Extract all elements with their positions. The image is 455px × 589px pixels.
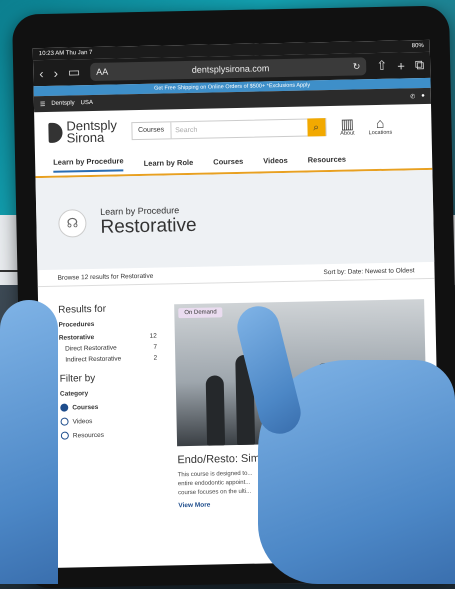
search-category-select[interactable]: Courses bbox=[131, 122, 172, 140]
nav-learn-by-role[interactable]: Learn by Role bbox=[144, 157, 194, 167]
procedures-heading: Procedures bbox=[58, 320, 95, 329]
tooth-icon: ☊ bbox=[58, 209, 87, 238]
filter-option-resources[interactable]: Resources bbox=[60, 430, 159, 440]
back-icon[interactable]: ‹ bbox=[39, 65, 44, 80]
sidebar-item-count: 7 bbox=[153, 343, 158, 351]
sidebar-item-label: Indirect Restorative bbox=[65, 355, 122, 364]
book-icon[interactable]: ▭ bbox=[68, 64, 81, 80]
radio-icon bbox=[60, 417, 69, 426]
radio-icon bbox=[60, 403, 69, 412]
nav-learn-by-procedure[interactable]: Learn by Procedure bbox=[53, 155, 124, 173]
sidebar-item-label: Restorative bbox=[58, 333, 95, 342]
nav-courses[interactable]: Courses bbox=[213, 156, 243, 166]
battery-level: 80% bbox=[411, 43, 424, 50]
new-tab-icon[interactable]: + bbox=[397, 58, 405, 73]
locations-label: Locations bbox=[368, 129, 393, 137]
sidebar-item-label: Direct Restorative bbox=[64, 344, 117, 353]
tabs-icon[interactable]: ⧉ bbox=[415, 57, 425, 73]
hero: ☊ Learn by Procedure Restorative bbox=[35, 169, 435, 271]
nav-resources[interactable]: Resources bbox=[308, 154, 347, 164]
search-bar: Courses Search ⌕ bbox=[130, 118, 327, 141]
sidebar-item-count: 12 bbox=[149, 332, 157, 340]
address-bar[interactable]: AA dentsplysirona.com ↻ bbox=[90, 57, 367, 82]
results-for-heading: Results for bbox=[58, 303, 107, 316]
search-input[interactable]: Search bbox=[171, 124, 307, 134]
filter-option-videos[interactable]: Videos bbox=[60, 416, 158, 426]
account-icon[interactable]: ● bbox=[421, 93, 425, 99]
logo-text: Dentsply Sirona bbox=[66, 117, 117, 146]
filter-option-courses[interactable]: Courses bbox=[60, 402, 158, 412]
share-icon[interactable]: ⇧ bbox=[376, 58, 387, 74]
phone-icon[interactable]: ✆ bbox=[410, 93, 415, 100]
sidebar-item-count: 2 bbox=[153, 354, 158, 362]
menu-icon[interactable]: ☰ bbox=[40, 100, 46, 107]
region-label[interactable]: USA bbox=[81, 100, 93, 106]
page-title: Restorative bbox=[100, 214, 197, 238]
book-shelf-icon: ▥ bbox=[340, 115, 355, 132]
about-link[interactable]: ▥ About bbox=[340, 115, 355, 137]
on-demand-badge: On Demand bbox=[178, 307, 223, 319]
brand-small-1: Dentsply bbox=[51, 100, 75, 107]
status-time: 10:23 AM Thu Jan 7 bbox=[38, 49, 93, 58]
logo[interactable]: Dentsply Sirona bbox=[48, 117, 117, 146]
forward-icon[interactable]: › bbox=[53, 65, 58, 80]
sort-select[interactable]: Sort by: Date: Newest to Oldest bbox=[323, 267, 414, 276]
sidebar-item-direct-restorative[interactable]: Direct Restorative 7 bbox=[59, 344, 157, 353]
sidebar-item-indirect-restorative[interactable]: Indirect Restorative 2 bbox=[59, 355, 157, 364]
logo-mark bbox=[48, 122, 63, 143]
nav-videos[interactable]: Videos bbox=[263, 155, 288, 165]
filter-option-label: Videos bbox=[72, 417, 93, 425]
reload-icon[interactable]: ↻ bbox=[353, 61, 361, 72]
search-icon[interactable]: ⌕ bbox=[306, 118, 326, 137]
text-size-label[interactable]: AA bbox=[96, 67, 108, 77]
sidebar-item-restorative[interactable]: Restorative 12 bbox=[59, 333, 157, 342]
locations-link[interactable]: ⌂ Locations bbox=[368, 114, 393, 137]
url-text[interactable]: dentsplysirona.com bbox=[112, 62, 349, 77]
filter-option-label: Resources bbox=[72, 431, 105, 439]
radio-icon bbox=[60, 431, 69, 440]
person-figure bbox=[205, 375, 226, 446]
about-label: About bbox=[340, 130, 355, 137]
filter-by-heading: Filter by bbox=[59, 372, 96, 385]
left-glove bbox=[0, 300, 58, 584]
results-count: Browse 12 results for Restorative bbox=[57, 272, 154, 282]
category-heading: Category bbox=[59, 390, 89, 398]
logo-line-2: Sirona bbox=[66, 129, 105, 146]
building-icon: ⌂ bbox=[375, 114, 385, 132]
filter-option-label: Courses bbox=[72, 403, 99, 411]
